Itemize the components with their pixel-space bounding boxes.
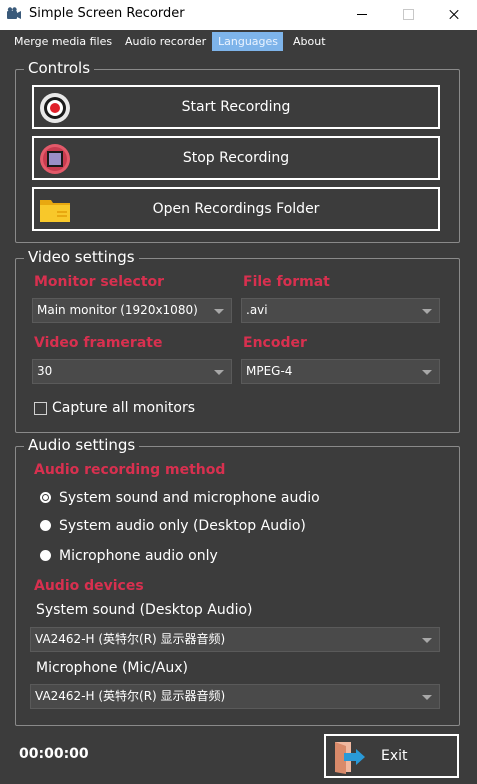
exit-button[interactable]: Exit: [324, 734, 459, 778]
monitor-selector-value: Main monitor (1920x1080): [37, 303, 198, 317]
menu-merge-media-files[interactable]: Merge media files: [8, 32, 118, 51]
maximize-button[interactable]: [385, 0, 431, 30]
file-format-label: File format: [243, 274, 330, 290]
title-bar: Simple Screen Recorder: [0, 0, 477, 30]
camcorder-icon: [7, 7, 21, 19]
microphone-label: Microphone (Mic/Aux): [36, 660, 188, 676]
file-format-dropdown[interactable]: .avi: [241, 298, 440, 323]
file-format-value: .avi: [246, 303, 268, 317]
video-framerate-value: 30: [37, 364, 53, 378]
audio-settings-title: Audio settings: [24, 436, 140, 454]
encoder-value: MPEG-4: [246, 364, 293, 378]
chevron-down-icon: [422, 695, 432, 700]
capture-all-monitors-label[interactable]: Capture all monitors: [52, 400, 195, 416]
menu-languages[interactable]: Languages: [212, 32, 283, 51]
chevron-down-icon: [422, 638, 432, 643]
microphone-value: VA2462-H (英特尔(R) 显示器音频): [35, 689, 226, 703]
video-framerate-dropdown[interactable]: 30: [32, 359, 232, 384]
exit-door-icon: [335, 742, 365, 774]
stop-recording-button[interactable]: Stop Recording: [32, 136, 440, 180]
monitor-selector-label: Monitor selector: [34, 274, 165, 290]
microphone-dropdown[interactable]: VA2462-H (英特尔(R) 显示器音频): [30, 684, 440, 709]
chevron-down-icon: [422, 309, 432, 314]
controls-group-title: Controls: [24, 59, 95, 77]
audio-devices-label: Audio devices: [34, 578, 144, 594]
radio-mic-only[interactable]: [40, 550, 51, 561]
system-sound-dropdown[interactable]: VA2462-H (英特尔(R) 显示器音频): [30, 627, 440, 652]
menu-audio-recorder[interactable]: Audio recorder: [119, 32, 212, 51]
radio-system-only[interactable]: [40, 520, 51, 531]
recording-timer: 00:00:00: [19, 746, 89, 762]
menu-about[interactable]: About: [287, 32, 332, 51]
chevron-down-icon: [214, 370, 224, 375]
video-framerate-label: Video framerate: [34, 335, 163, 351]
video-settings-title: Video settings: [24, 248, 139, 266]
radio-system-and-mic-label[interactable]: System sound and microphone audio: [59, 490, 320, 506]
chevron-down-icon: [214, 309, 224, 314]
stop-recording-label: Stop Recording: [182, 150, 290, 166]
chevron-down-icon: [422, 370, 432, 375]
exit-label: Exit: [381, 748, 408, 764]
open-recordings-folder-button[interactable]: Open Recordings Folder: [32, 187, 440, 231]
minimize-button[interactable]: [339, 0, 385, 30]
radio-mic-only-label[interactable]: Microphone audio only: [59, 548, 218, 564]
system-sound-label: System sound (Desktop Audio): [36, 602, 253, 618]
audio-recording-method-label: Audio recording method: [34, 462, 226, 478]
start-recording-button[interactable]: Start Recording: [32, 85, 440, 129]
radio-system-and-mic[interactable]: [40, 492, 51, 503]
close-button[interactable]: [431, 0, 477, 30]
menu-bar: Merge media files Audio recorder Languag…: [0, 30, 477, 52]
capture-all-monitors-checkbox[interactable]: [34, 402, 47, 415]
encoder-label: Encoder: [243, 335, 307, 351]
window-title: Simple Screen Recorder: [29, 6, 185, 21]
radio-system-only-label[interactable]: System audio only (Desktop Audio): [59, 518, 306, 534]
monitor-selector-dropdown[interactable]: Main monitor (1920x1080): [32, 298, 232, 323]
system-sound-value: VA2462-H (英特尔(R) 显示器音频): [35, 632, 226, 646]
open-recordings-folder-label: Open Recordings Folder: [152, 201, 320, 217]
encoder-dropdown[interactable]: MPEG-4: [241, 359, 440, 384]
start-recording-label: Start Recording: [181, 99, 291, 115]
